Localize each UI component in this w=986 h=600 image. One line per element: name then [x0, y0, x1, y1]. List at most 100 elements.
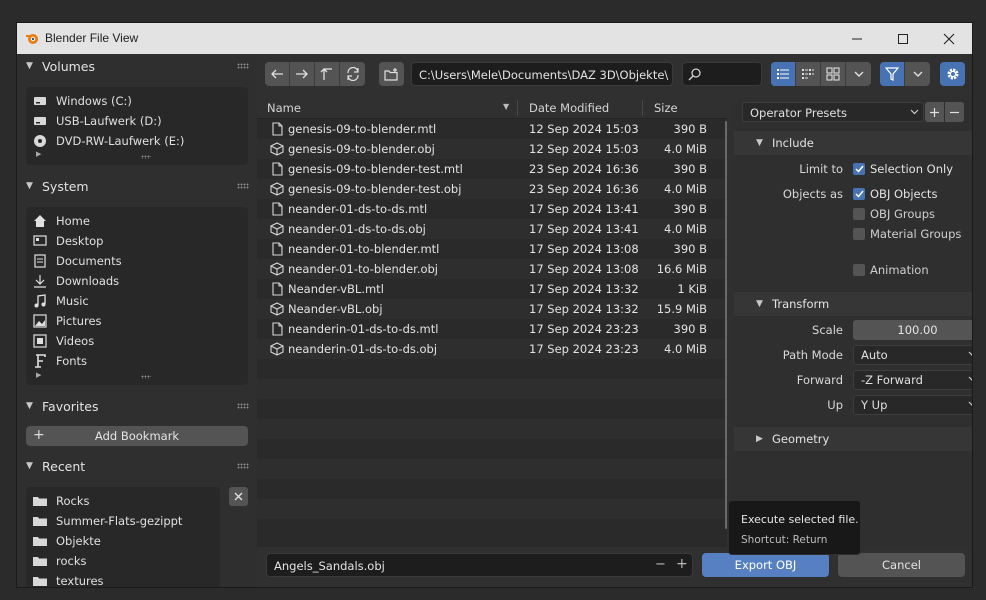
new-directory-button[interactable] [379, 62, 404, 86]
export-obj-button[interactable]: Export OBJ [702, 553, 829, 577]
drag-grip-icon[interactable] [237, 183, 249, 189]
scrollbar[interactable] [725, 121, 727, 529]
filename-field[interactable]: Angels_Sandals.obj − + [266, 553, 693, 577]
system-header[interactable]: ▼ System [17, 174, 257, 198]
remove-preset-button[interactable] [945, 102, 964, 122]
file-row[interactable]: neanderin-01-ds-to-ds.obj 17 Sep 2024 23:… [257, 339, 727, 359]
settings-toggle-button[interactable] [940, 62, 965, 86]
cancel-button[interactable]: Cancel [838, 553, 965, 577]
resize-handle-icon[interactable] [141, 375, 151, 379]
collapse-triangle-icon: ▼ [26, 61, 33, 71]
thumbnail-view-button[interactable] [821, 62, 846, 86]
operator-presets-label: Operator Presets [750, 106, 847, 120]
increment-button[interactable]: + [676, 556, 688, 572]
material-groups-checkbox[interactable]: Material Groups [853, 227, 961, 241]
vertical-list-button[interactable] [771, 62, 796, 86]
column-header-date[interactable]: Date Modified [529, 101, 609, 115]
scale-field[interactable]: 100.00 [853, 320, 972, 340]
file-row[interactable]: neander-01-ds-to-ds.mtl 17 Sep 2024 13:41… [257, 199, 727, 219]
parent-directory-button[interactable] [315, 62, 340, 86]
path-mode-label: Path Mode [782, 348, 843, 362]
transform-panel-header[interactable]: ▼ Transform [734, 292, 972, 316]
sidebar-item-fonts[interactable]: Fonts [26, 351, 248, 371]
volumes-header[interactable]: ▼ Volumes [17, 54, 257, 78]
sidebar-item-desktop[interactable]: Desktop [26, 231, 248, 251]
file-row[interactable]: neander-01-to-blender.mtl 17 Sep 2024 13:… [257, 239, 727, 259]
favorites-header[interactable]: ▼ Favorites [17, 394, 257, 418]
file-row[interactable]: Neander-vBL.mtl 17 Sep 2024 13:32 1 KiB [257, 279, 727, 299]
clear-recent-button[interactable] [229, 487, 248, 506]
sidebar-item-videos[interactable]: Videos [26, 331, 248, 351]
column-divider[interactable] [517, 100, 518, 116]
drag-grip-icon[interactable] [237, 63, 249, 69]
display-options-dropdown[interactable] [846, 62, 871, 86]
obj-groups-checkbox[interactable]: OBJ Groups [853, 207, 935, 221]
refresh-button[interactable] [340, 62, 365, 86]
recent-item-objekte[interactable]: Objekte [26, 531, 220, 551]
path-mode-dropdown[interactable]: Auto [853, 345, 972, 365]
recent-header[interactable]: ▼ Recent [17, 454, 257, 478]
up-axis-dropdown[interactable]: Y Up [853, 395, 972, 415]
sidebar-item-label: Fonts [56, 354, 88, 368]
back-button[interactable] [265, 62, 290, 86]
operator-presets-dropdown[interactable]: Operator Presets [742, 102, 924, 122]
decrement-button[interactable]: − [655, 557, 666, 572]
sidebar-item-usb-d[interactable]: USB-Laufwerk (D:) [26, 111, 248, 131]
geometry-panel-header[interactable]: ▶ Geometry [734, 427, 972, 451]
file-row[interactable]: neander-01-ds-to-ds.obj 17 Sep 2024 13:41… [257, 219, 727, 239]
sidebar-item-pictures[interactable]: Pictures [26, 311, 248, 331]
recent-item-label: Rocks [56, 494, 90, 508]
sidebar-item-music[interactable]: Music [26, 291, 248, 311]
file-row[interactable]: genesis-09-to-blender.mtl 12 Sep 2024 15:… [257, 119, 727, 139]
file-icon [270, 242, 284, 256]
column-header-name[interactable]: Name [267, 101, 301, 115]
recent-item-textures[interactable]: textures [26, 571, 220, 587]
sidebar-item-dvd-e[interactable]: DVD-RW-Laufwerk (E:) [26, 131, 248, 151]
recent-item-rocks-lower[interactable]: rocks [26, 551, 220, 571]
include-panel-header[interactable]: ▼ Include [734, 131, 972, 155]
path-field[interactable]: C:\Users\Mele\Documents\DAZ 3D\Objekte\O… [411, 62, 673, 86]
sidebar-item-windows-c[interactable]: Windows (C:) [26, 91, 248, 111]
recent-item-summer-flats[interactable]: Summer-Flats-gezippt [26, 511, 220, 531]
expand-triangle-icon[interactable]: ▶ [36, 150, 41, 158]
expand-triangle-icon[interactable]: ▶ [36, 371, 41, 379]
file-row[interactable]: genesis-09-to-blender-test.obj 23 Sep 202… [257, 179, 727, 199]
filename-input: Angels_Sandals.obj [274, 559, 385, 573]
up-label: Up [827, 398, 843, 412]
filter-options-dropdown[interactable] [905, 62, 930, 86]
search-field[interactable] [682, 62, 762, 86]
obj-objects-checkbox[interactable]: OBJ Objects [853, 187, 937, 201]
sidebar-item-label: Music [56, 294, 89, 308]
file-row[interactable]: Neander-vBL.obj 17 Sep 2024 13:32 15.9 MiB [257, 299, 727, 319]
column-header-size[interactable]: Size [654, 101, 678, 115]
folder-icon [32, 555, 48, 567]
horizontal-list-button[interactable] [796, 62, 821, 86]
sidebar-item-home[interactable]: Home [26, 211, 248, 231]
minimize-button[interactable] [834, 23, 880, 54]
resize-handle-icon[interactable] [141, 155, 151, 159]
close-window-button[interactable] [926, 23, 972, 54]
forward-button[interactable] [290, 62, 315, 86]
filter-toggle-button[interactable] [880, 62, 905, 86]
column-divider[interactable] [642, 100, 643, 116]
sidebar-item-downloads[interactable]: Downloads [26, 271, 248, 291]
sort-descending-icon[interactable]: ▼ [503, 102, 509, 111]
file-row[interactable]: neanderin-01-ds-to-ds.mtl 17 Sep 2024 23:… [257, 319, 727, 339]
animation-checkbox[interactable]: Animation [853, 263, 929, 277]
drag-grip-icon[interactable] [237, 463, 249, 469]
selection-only-checkbox[interactable]: Selection Only [853, 162, 953, 176]
add-bookmark-button[interactable]: + Add Bookmark [26, 426, 248, 446]
recent-item-rocks[interactable]: Rocks [26, 491, 220, 511]
file-icon [270, 282, 284, 296]
forward-axis-dropdown[interactable]: -Z Forward [853, 370, 972, 390]
drag-grip-icon[interactable] [237, 403, 249, 409]
file-row[interactable]: genesis-09-to-blender.obj 12 Sep 2024 15:… [257, 139, 727, 159]
recent-item-label: Summer-Flats-gezippt [56, 514, 183, 528]
file-icon [270, 202, 284, 216]
file-row[interactable]: genesis-09-to-blender-test.mtl 23 Sep 202… [257, 159, 727, 179]
sidebar-item-documents[interactable]: Documents [26, 251, 248, 271]
add-preset-button[interactable] [925, 102, 944, 122]
maximize-button[interactable] [880, 23, 926, 54]
empty-row [257, 499, 727, 519]
file-row[interactable]: neander-01-to-blender.obj 17 Sep 2024 13:… [257, 259, 727, 279]
